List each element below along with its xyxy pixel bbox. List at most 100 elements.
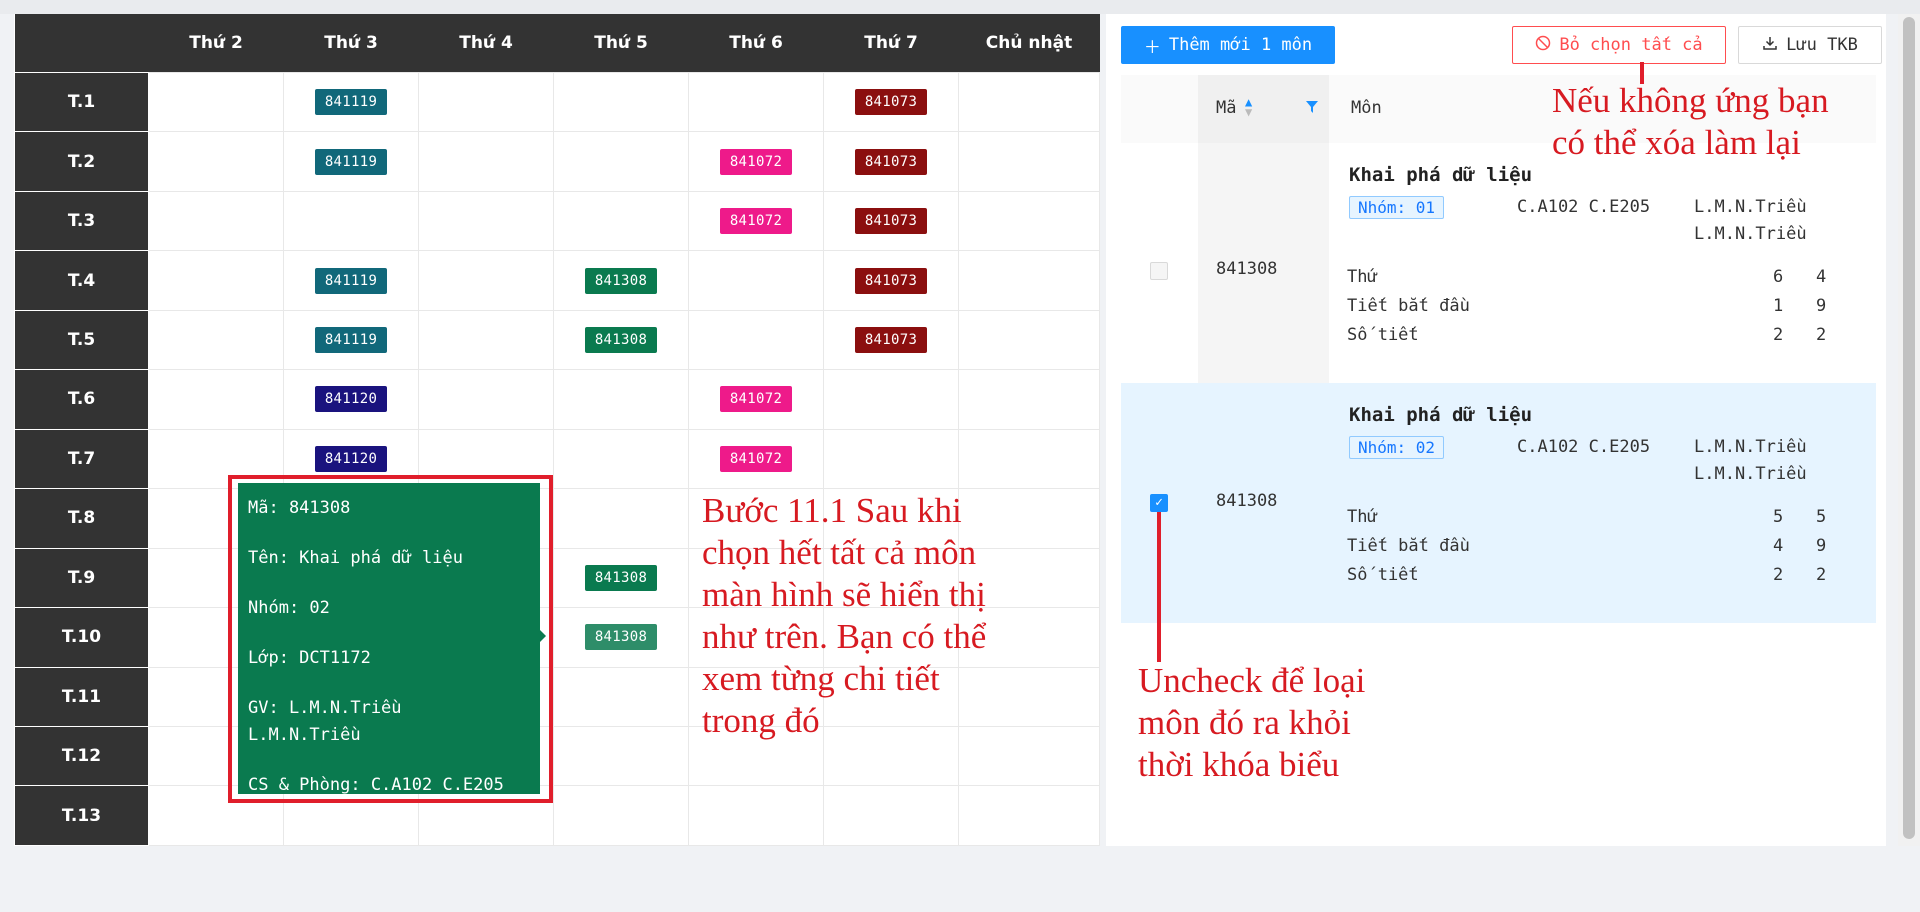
tooltip-lecturer-1: GV: L.M.N.Triều	[248, 698, 402, 718]
day-header: Chủ nhật	[958, 14, 1100, 73]
save-timetable-button[interactable]: Lưu TKB	[1738, 26, 1882, 64]
timetable-cell	[823, 369, 959, 430]
period-row: T.3 841072 841073	[14, 190, 1100, 252]
group-tag: Nhóm: 01	[1349, 196, 1445, 219]
timetable-cell	[553, 785, 689, 846]
scrollbar-thumb[interactable]	[1903, 17, 1915, 839]
period-label: T.13	[14, 785, 149, 846]
column-ma-label: Mã	[1216, 98, 1237, 118]
timetable-cell: 841120	[283, 369, 419, 430]
period-label: T.4	[14, 250, 149, 311]
course-room: C.A102 C.E205	[1517, 197, 1651, 217]
timetable-cell	[958, 250, 1100, 311]
timetable-cell	[148, 250, 284, 311]
timetable-cell	[553, 488, 689, 549]
value-tiet-bat-dau: 1	[1773, 296, 1784, 316]
course-chip[interactable]: 841072	[719, 386, 793, 413]
label-so-tiet: Số tiết	[1347, 565, 1419, 585]
corner-cell	[14, 14, 149, 73]
column-mon-label: Môn	[1351, 98, 1382, 118]
day-header: Thứ 6	[688, 14, 824, 73]
timetable-cell	[688, 309, 824, 371]
tooltip-group: Nhóm: 02	[248, 598, 330, 618]
filter-icon[interactable]	[1305, 99, 1319, 118]
course-list-item[interactable]: 841308 Khai phá dữ liệu Nhóm: 01 C.A102 …	[1121, 143, 1876, 383]
add-course-label: Thêm mới 1 môn	[1168, 35, 1313, 55]
timetable-cell: 841119	[283, 71, 419, 133]
timetable-cell	[553, 666, 689, 727]
value-thu: 5	[1773, 507, 1784, 527]
course-chip[interactable]: 841119	[314, 267, 388, 294]
timetable-cell	[553, 428, 689, 490]
period-row: T.13	[14, 785, 1100, 846]
tooltip-arrow	[540, 630, 546, 642]
period-label: T.12	[14, 725, 149, 787]
period-label: T.7	[14, 428, 149, 490]
course-chip[interactable]: 841119	[314, 89, 388, 116]
course-chip[interactable]: 841072	[719, 148, 793, 175]
course-chip[interactable]: 841073	[854, 327, 928, 354]
value-so-tiet: 2	[1816, 325, 1827, 345]
day-header: Thứ 4	[418, 14, 554, 73]
period-label: T.9	[14, 547, 149, 609]
course-chip[interactable]: 841120	[314, 445, 388, 472]
timetable-cell: 841072	[688, 428, 824, 490]
timetable-cell	[553, 131, 689, 192]
course-chip[interactable]: 841308	[584, 564, 658, 591]
course-chip[interactable]: 841308	[584, 267, 658, 294]
period-row: T.1 841119 841073	[14, 71, 1100, 133]
course-chip[interactable]: 841072	[719, 445, 793, 472]
course-tooltip: Mã: 841308 Tên: Khai phá dữ liệu Nhóm: 0…	[238, 483, 540, 795]
course-chip[interactable]: 841073	[854, 267, 928, 294]
period-label: T.6	[14, 369, 149, 430]
course-chip[interactable]: 841120	[314, 386, 388, 413]
timetable-cell	[148, 309, 284, 371]
period-label: T.1	[14, 71, 149, 133]
timetable-cell	[418, 309, 554, 371]
top-strip	[0, 0, 1920, 14]
course-lecturer-1: L.M.N.Triều	[1694, 437, 1807, 457]
timetable-cell: 841072	[688, 369, 824, 430]
period-label: T.5	[14, 309, 149, 371]
timetable-cell	[688, 785, 824, 846]
course-chip[interactable]: 841119	[314, 148, 388, 175]
course-chip[interactable]: 841119	[314, 327, 388, 354]
add-course-button[interactable]: ＋ Thêm mới 1 môn	[1121, 26, 1335, 64]
course-chip[interactable]: 841073	[854, 208, 928, 235]
course-chip[interactable]: 841308	[584, 624, 658, 651]
course-chip[interactable]: 841308	[584, 327, 658, 354]
value-thu: 6	[1773, 267, 1784, 287]
course-code: 841308	[1216, 491, 1278, 511]
timetable-cell	[958, 785, 1100, 846]
timetable-cell	[148, 369, 284, 430]
tooltip-room: CS & Phòng: C.A102 C.E205	[248, 775, 504, 795]
clear-all-button[interactable]: Bỏ chọn tất cả	[1512, 26, 1726, 64]
day-header: Thứ 7	[823, 14, 959, 73]
annotation-clear: Nếu không ứng bạn có thể xóa làm lại	[1552, 81, 1829, 162]
value-so-tiet: 2	[1773, 565, 1784, 585]
timetable-cell	[553, 190, 689, 252]
value-tiet-bat-dau: 4	[1773, 536, 1784, 556]
label-thu: Thứ	[1347, 267, 1378, 287]
tooltip-class: Lớp: DCT1172	[248, 648, 371, 668]
value-tiet-bat-dau: 9	[1816, 536, 1827, 556]
annotation-step: Bước 11.1 Sau khi chọn hết tất cả môn mà…	[702, 491, 987, 740]
label-so-tiet: Số tiết	[1347, 325, 1419, 345]
course-checkbox[interactable]: ✓	[1150, 494, 1168, 512]
timetable-cell	[553, 369, 689, 430]
course-chip[interactable]: 841072	[719, 208, 793, 235]
sort-icon[interactable]: ▲ ▼	[1245, 96, 1252, 118]
course-chip[interactable]: 841073	[854, 89, 928, 116]
course-name: Khai phá dữ liệu	[1349, 404, 1533, 426]
save-timetable-label: Lưu TKB	[1786, 35, 1858, 55]
timetable-cell: 841308	[553, 309, 689, 371]
stop-icon	[1535, 35, 1551, 56]
course-checkbox[interactable]	[1150, 262, 1168, 280]
value-so-tiet: 2	[1816, 565, 1827, 585]
period-row: T.4 841119 841308 841073	[14, 250, 1100, 311]
plus-icon: ＋	[1143, 37, 1161, 58]
course-chip[interactable]: 841073	[854, 148, 928, 175]
course-list-item[interactable]: ✓ 841308 Khai phá dữ liệu Nhóm: 02 C.A10…	[1121, 383, 1876, 623]
value-so-tiet: 2	[1773, 325, 1784, 345]
timetable-cell	[148, 190, 284, 252]
